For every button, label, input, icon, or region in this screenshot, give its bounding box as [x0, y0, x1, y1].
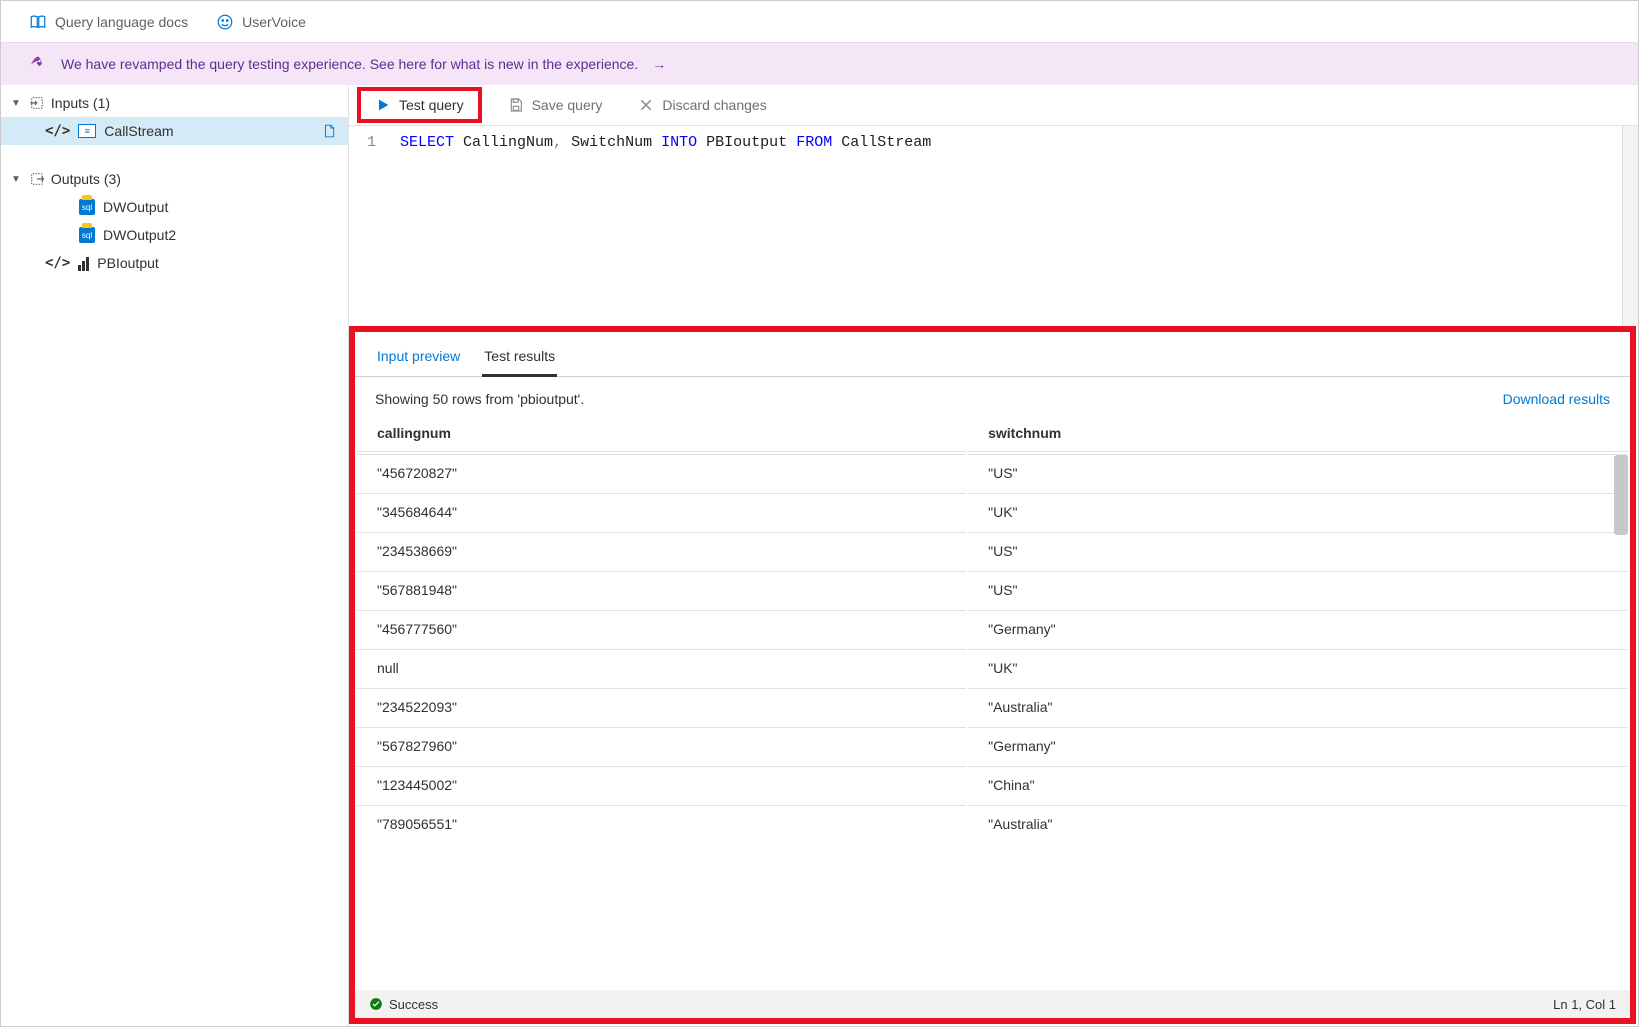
- main-content: ▼ Inputs (1) </> ≡ CallStream ▼ Outputs …: [1, 85, 1638, 1026]
- cell-switchnum: "US": [968, 532, 1628, 569]
- tab-test-results[interactable]: Test results: [482, 342, 557, 377]
- download-results-link[interactable]: Download results: [1503, 391, 1610, 407]
- table-row[interactable]: "123445002""China": [357, 766, 1628, 803]
- right-pane: Test query Save query Discard changes 1 …: [349, 85, 1638, 1026]
- results-summary: Showing 50 rows from 'pbioutput'.: [375, 391, 584, 407]
- cell-switchnum: "Germany": [968, 727, 1628, 764]
- table-row[interactable]: "234538669""US": [357, 532, 1628, 569]
- cell-callingnum: "456777560": [357, 610, 966, 647]
- cell-switchnum: "US": [968, 571, 1628, 608]
- results-scrollbar-thumb[interactable]: [1614, 455, 1628, 535]
- results-table: callingnum switchnum "456720827""US""345…: [355, 413, 1630, 844]
- results-table-container[interactable]: callingnum switchnum "456720827""US""345…: [355, 413, 1630, 990]
- dwoutput2-label: DWOutput2: [103, 227, 176, 243]
- table-row[interactable]: "567881948""US": [357, 571, 1628, 608]
- query-editor[interactable]: 1 SELECT CallingNum, SwitchNum INTO PBIo…: [349, 126, 1638, 326]
- powerbi-icon: [78, 255, 89, 271]
- query-toolbar: Test query Save query Discard changes: [349, 85, 1638, 126]
- cursor-position: Ln 1, Col 1: [1553, 997, 1616, 1012]
- cell-callingnum: "456720827": [357, 454, 966, 491]
- caret-down-icon: ▼: [11, 174, 21, 185]
- code-icon: </>: [45, 123, 70, 139]
- editor-scrollbar[interactable]: [1622, 126, 1638, 326]
- save-query-button[interactable]: Save query: [498, 93, 613, 117]
- line-number: 1: [367, 134, 376, 318]
- cell-switchnum: "Germany": [968, 610, 1628, 647]
- table-row[interactable]: "456720827""US": [357, 454, 1628, 491]
- cell-callingnum: "234538669": [357, 532, 966, 569]
- sidebar-item-callstream[interactable]: </> ≡ CallStream: [1, 117, 348, 145]
- stream-icon: ≡: [78, 124, 96, 138]
- callstream-label: CallStream: [104, 123, 173, 139]
- outputs-label: Outputs (3): [51, 171, 121, 187]
- sidebar-item-dwoutput[interactable]: sql DWOutput: [1, 193, 348, 221]
- top-links-bar: Query language docs UserVoice: [1, 1, 1638, 43]
- query-language-docs-link[interactable]: Query language docs: [29, 13, 188, 31]
- cell-switchnum: "UK": [968, 649, 1628, 686]
- input-icon: [29, 95, 45, 111]
- uservoice-link[interactable]: UserVoice: [216, 13, 306, 31]
- discard-label: Discard changes: [662, 97, 766, 113]
- book-icon: [29, 13, 47, 31]
- success-check-icon: [369, 997, 383, 1011]
- cell-callingnum: "234522093": [357, 688, 966, 725]
- caret-down-icon: ▼: [11, 98, 21, 109]
- cell-switchnum: "US": [968, 454, 1628, 491]
- results-panel: Input preview Test results Showing 50 ro…: [349, 326, 1636, 1024]
- docs-label: Query language docs: [55, 14, 188, 30]
- cell-switchnum: "UK": [968, 493, 1628, 530]
- cell-switchnum: "Australia": [968, 688, 1628, 725]
- output-icon: [29, 171, 45, 187]
- banner-text: We have revamped the query testing exper…: [61, 56, 638, 72]
- cell-callingnum: "567881948": [357, 571, 966, 608]
- dwoutput-label: DWOutput: [103, 199, 168, 215]
- table-row[interactable]: "345684644""UK": [357, 493, 1628, 530]
- cell-switchnum: "Australia": [968, 805, 1628, 842]
- pbioutput-label: PBIoutput: [97, 255, 159, 271]
- uservoice-label: UserVoice: [242, 14, 306, 30]
- test-query-label: Test query: [399, 97, 464, 113]
- code-line: SELECT CallingNum, SwitchNum INTO PBIout…: [400, 134, 931, 318]
- sidebar: ▼ Inputs (1) </> ≡ CallStream ▼ Outputs …: [1, 85, 349, 1026]
- cell-callingnum: "345684644": [357, 493, 966, 530]
- test-query-button[interactable]: Test query: [357, 87, 482, 123]
- cell-switchnum: "China": [968, 766, 1628, 803]
- sidebar-item-dwoutput2[interactable]: sql DWOutput2: [1, 221, 348, 249]
- inputs-header[interactable]: ▼ Inputs (1): [1, 89, 348, 117]
- cell-callingnum: "789056551": [357, 805, 966, 842]
- table-row[interactable]: "567827960""Germany": [357, 727, 1628, 764]
- discard-changes-button[interactable]: Discard changes: [628, 93, 776, 117]
- table-row[interactable]: null"UK": [357, 649, 1628, 686]
- sql-db-icon: sql: [79, 227, 95, 243]
- outputs-header[interactable]: ▼ Outputs (3): [1, 165, 348, 193]
- document-icon[interactable]: [322, 123, 336, 139]
- col-switchnum[interactable]: switchnum: [968, 415, 1628, 452]
- code-icon: </>: [45, 255, 70, 271]
- cell-callingnum: "567827960": [357, 727, 966, 764]
- status-bar: Success Ln 1, Col 1: [355, 990, 1630, 1018]
- status-text: Success: [389, 997, 438, 1012]
- arrow-right-icon[interactable]: →: [652, 56, 666, 72]
- results-header: Showing 50 rows from 'pbioutput'. Downlo…: [355, 377, 1630, 413]
- table-header-row: callingnum switchnum: [357, 415, 1628, 452]
- save-query-label: Save query: [532, 97, 603, 113]
- tab-input-preview[interactable]: Input preview: [375, 342, 462, 376]
- table-row[interactable]: "456777560""Germany": [357, 610, 1628, 647]
- inputs-label: Inputs (1): [51, 95, 110, 111]
- cell-callingnum: "123445002": [357, 766, 966, 803]
- rocket-icon: [29, 55, 47, 73]
- info-banner: We have revamped the query testing exper…: [1, 43, 1638, 85]
- table-row[interactable]: "789056551""Australia": [357, 805, 1628, 842]
- sql-db-icon: sql: [79, 199, 95, 215]
- cell-callingnum: null: [357, 649, 966, 686]
- results-tabs: Input preview Test results: [355, 332, 1630, 377]
- smiley-icon: [216, 13, 234, 31]
- sidebar-item-pbioutput[interactable]: </> PBIoutput: [1, 249, 348, 277]
- col-callingnum[interactable]: callingnum: [357, 415, 966, 452]
- table-row[interactable]: "234522093""Australia": [357, 688, 1628, 725]
